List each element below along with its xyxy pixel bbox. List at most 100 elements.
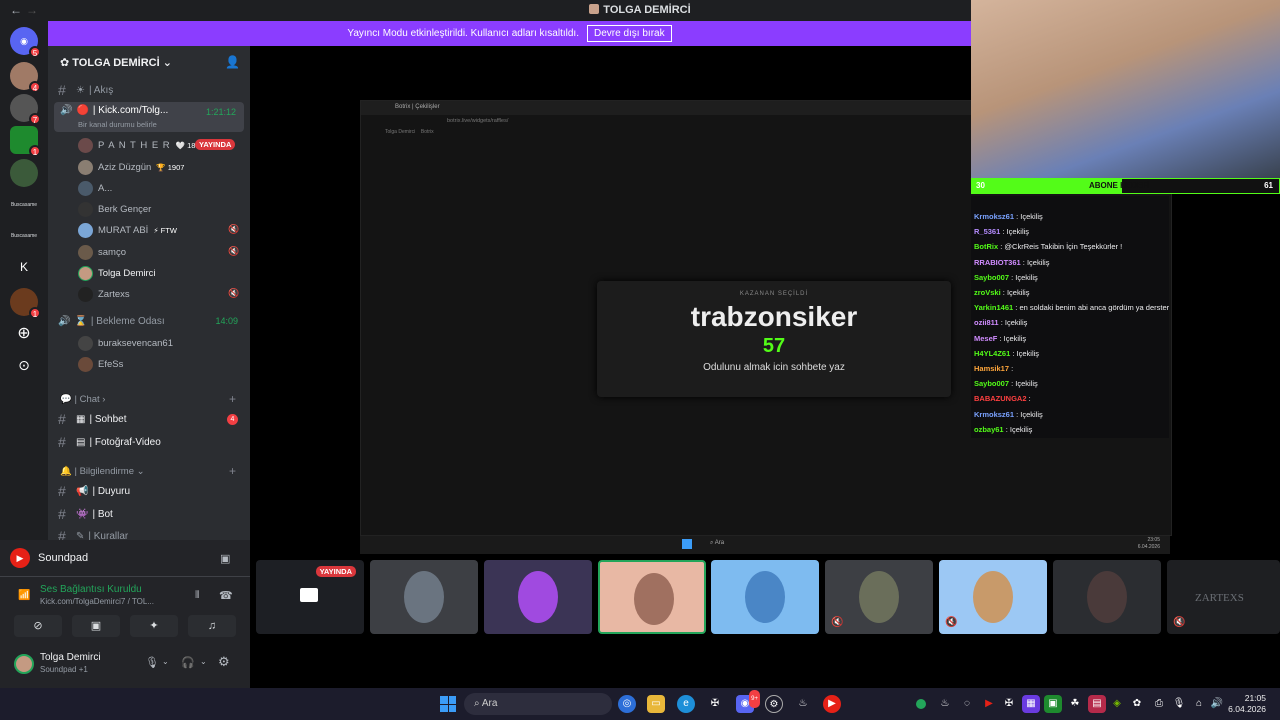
noise-suppression-icon[interactable]: ⦀: [195, 590, 199, 601]
voice-user[interactable]: MURAT ABİ ⚡ FTW: [78, 220, 177, 240]
add-member-icon[interactable]: 👤: [225, 55, 240, 69]
voice-user[interactable]: P A N T H E R 🤍 1881: [78, 135, 204, 155]
microphone-tray-icon[interactable]: 🎙: [1170, 695, 1188, 713]
voice-user[interactable]: Berk Gençer: [78, 199, 151, 219]
activity-chat-icon[interactable]: ▣: [220, 552, 230, 565]
network-icon[interactable]: ⌂: [1190, 695, 1208, 713]
tray-icon[interactable]: ☘: [1066, 695, 1084, 713]
participant-tile[interactable]: [370, 560, 478, 634]
disable-streamer-mode-button[interactable]: Devre dışı bırak: [587, 25, 672, 42]
hash-icon: #: [58, 434, 66, 450]
tray-icon[interactable]: ▤: [1088, 695, 1106, 713]
add-channel-icon[interactable]: +: [229, 392, 236, 406]
server-icon[interactable]: 7: [10, 94, 41, 125]
current-user-name[interactable]: Tolga Demirci: [40, 652, 101, 663]
voice-user[interactable]: samço: [78, 242, 126, 262]
server-icon[interactable]: Buscasame: [10, 191, 38, 219]
usb-icon[interactable]: ⎙: [1150, 695, 1168, 713]
tray-icon[interactable]: ✠: [1000, 695, 1018, 713]
participant-tile[interactable]: 🔇: [825, 560, 933, 634]
participant-tile[interactable]: ZARTEXS 🔇: [1167, 560, 1280, 634]
chat-username: BotRix: [974, 242, 999, 252]
chat-username: Krmoksz61: [974, 409, 1015, 419]
add-channel-icon[interactable]: +: [229, 464, 236, 478]
steam-icon[interactable]: ♨: [794, 695, 812, 713]
screen-share-button[interactable]: ▣: [72, 615, 120, 637]
soundpad-icon: ▶: [10, 548, 30, 568]
chat-text: :: [1028, 394, 1031, 404]
tray-icon[interactable]: [916, 699, 926, 709]
channel-status[interactable]: Bir kanal durumu belirle: [78, 120, 157, 129]
user-name: samço: [98, 246, 126, 258]
participant-tile[interactable]: [1053, 560, 1161, 634]
avatar: [404, 571, 444, 623]
taskbar-search[interactable]: ⌕ Ara: [464, 693, 612, 715]
tray-icon[interactable]: ▦: [1022, 695, 1040, 713]
steam-tray-icon[interactable]: ♨: [936, 695, 954, 713]
voice-user[interactable]: Zartexs: [78, 284, 130, 304]
disconnect-icon[interactable]: ☎: [219, 589, 233, 602]
soundboard-button[interactable]: ♫: [188, 615, 236, 637]
voice-user[interactable]: EfeSs: [78, 354, 123, 374]
microphone-icon[interactable]: 🎙: [145, 656, 159, 669]
channel-akis[interactable]: # ☀ | Akış: [48, 80, 250, 100]
file-explorer-icon[interactable]: ▭: [647, 695, 665, 713]
add-server-icon[interactable]: ⊕: [10, 319, 38, 347]
stream-tile-live[interactable]: YAYINDA: [256, 560, 364, 634]
server-icon[interactable]: Buscasame: [10, 222, 38, 250]
headphones-icon[interactable]: 🎧: [181, 656, 195, 669]
participant-tile-speaking[interactable]: [598, 560, 706, 634]
voice-channel-kick[interactable]: 🔊 🔴 | Kick.com/Tolg... 1:21:12 Bir kanal…: [54, 102, 244, 132]
kick-server-icon[interactable]: 1: [10, 126, 41, 157]
user-name: EfeSs: [98, 358, 124, 370]
stream-viewer[interactable]: Botrix | Çekilişler botrix.live/widgets/…: [250, 46, 1172, 554]
tray-icon[interactable]: ▶: [980, 695, 998, 713]
avatar[interactable]: [14, 654, 34, 674]
user-name: Aziz Düzgün: [98, 161, 152, 173]
server-icon[interactable]: [10, 159, 38, 187]
voice-connection-status[interactable]: Ses Bağlantısı Kuruldu: [40, 584, 142, 595]
server-icon[interactable]: 4: [10, 62, 41, 93]
discover-icon[interactable]: ⊙: [10, 351, 38, 379]
camera-off-button[interactable]: ⊘: [14, 615, 62, 637]
tray-icon[interactable]: ✿: [1128, 695, 1146, 713]
windows-start-button[interactable]: [440, 696, 456, 712]
app-icon[interactable]: ✠: [706, 695, 724, 713]
edge-icon[interactable]: e: [677, 695, 695, 713]
participant-tile[interactable]: 🔇: [939, 560, 1047, 634]
voice-channel-bekleme[interactable]: 🔊 ⌛ | Bekleme Odası 14:09: [48, 311, 250, 331]
chat-text: : Içekiliş: [1016, 409, 1043, 419]
channel-sohbet[interactable]: # ▦ | Sohbet 4: [48, 409, 250, 429]
chevron-down-icon[interactable]: ⌄: [162, 657, 169, 666]
tray-icon[interactable]: ◌: [958, 695, 976, 713]
soundpad-taskbar-icon[interactable]: ▶: [823, 695, 841, 713]
voice-user[interactable]: Tolga Demirci: [78, 263, 156, 283]
discord-home-icon[interactable]: ◉ 5: [10, 27, 41, 58]
nvidia-icon[interactable]: ◈: [1108, 695, 1126, 713]
category-bilgilendirme[interactable]: 🔔 | Bilgilendirme ⌄: [60, 466, 145, 477]
participant-tile[interactable]: [484, 560, 592, 634]
soundpad-activity[interactable]: ▶ Soundpad: [10, 548, 88, 568]
chrome-icon[interactable]: ◎: [618, 695, 636, 713]
server-name-header[interactable]: ✿ TOLGA DEMİRCİ ⌄: [60, 56, 172, 69]
channel-duyuru[interactable]: # 📢 | Duyuru: [48, 481, 250, 501]
voice-channel-path[interactable]: Kick.com/TolgaDemirci7 / TOL...: [40, 597, 154, 606]
chevron-down-icon[interactable]: ⌄: [200, 657, 207, 666]
voice-user[interactable]: Aziz Düzgün 🏆 1907: [78, 157, 184, 177]
participant-tile[interactable]: [711, 560, 819, 634]
muted-icon: 🔇: [228, 224, 240, 234]
server-icon[interactable]: 1: [10, 288, 41, 319]
system-clock[interactable]: 21:05 6.04.2026: [1228, 693, 1266, 715]
voice-user[interactable]: buraksevencan61: [78, 333, 173, 353]
tray-icon[interactable]: ▣: [1044, 695, 1062, 713]
server-icon-k[interactable]: K: [10, 253, 38, 281]
settings-gear-icon[interactable]: ⚙: [218, 654, 230, 670]
channel-bot[interactable]: # 👾 | Bot: [48, 504, 250, 524]
category-chat[interactable]: 💬 | Chat ›: [60, 394, 105, 405]
activities-button[interactable]: ✦: [130, 615, 178, 637]
volume-icon[interactable]: 🔊: [1208, 695, 1226, 713]
channel-fotograf-video[interactable]: # ▤ | Fotoğraf-Video: [48, 432, 250, 452]
discord-taskbar-icon[interactable]: ◉ 9+: [736, 690, 760, 713]
app-icon[interactable]: ⚙: [765, 695, 783, 713]
voice-user[interactable]: A...: [78, 178, 112, 198]
